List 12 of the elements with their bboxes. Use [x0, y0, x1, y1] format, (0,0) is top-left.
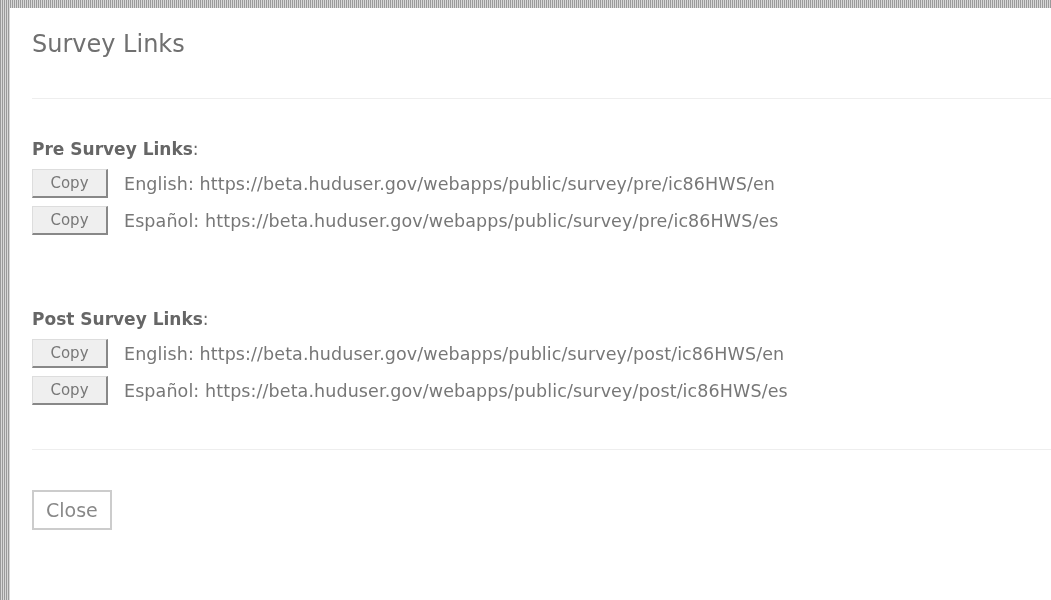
- copy-button[interactable]: Copy: [32, 169, 108, 198]
- copy-button[interactable]: Copy: [32, 206, 108, 235]
- section-heading: Pre Survey Links:: [32, 139, 199, 159]
- survey-link-text: Español: https://beta.huduser.gov/webapps/public/survey/post/ic86HWS/es: [124, 380, 788, 401]
- survey-link-text: English: https://beta.huduser.gov/webapps/public/survey/post/ic86HWS/en: [124, 343, 785, 364]
- close-button[interactable]: Close: [32, 490, 112, 530]
- copy-button[interactable]: Copy: [32, 376, 108, 405]
- copy-button[interactable]: Copy: [32, 339, 108, 368]
- dialog-title: Survey Links: [32, 30, 185, 58]
- survey-link-text: English: https://beta.huduser.gov/webapps/public/survey/pre/ic86HWS/en: [124, 173, 775, 194]
- survey-link-text: Español: https://beta.huduser.gov/webapps/public/survey/pre/ic86HWS/es: [124, 210, 779, 231]
- section-heading: Post Survey Links:: [32, 309, 209, 329]
